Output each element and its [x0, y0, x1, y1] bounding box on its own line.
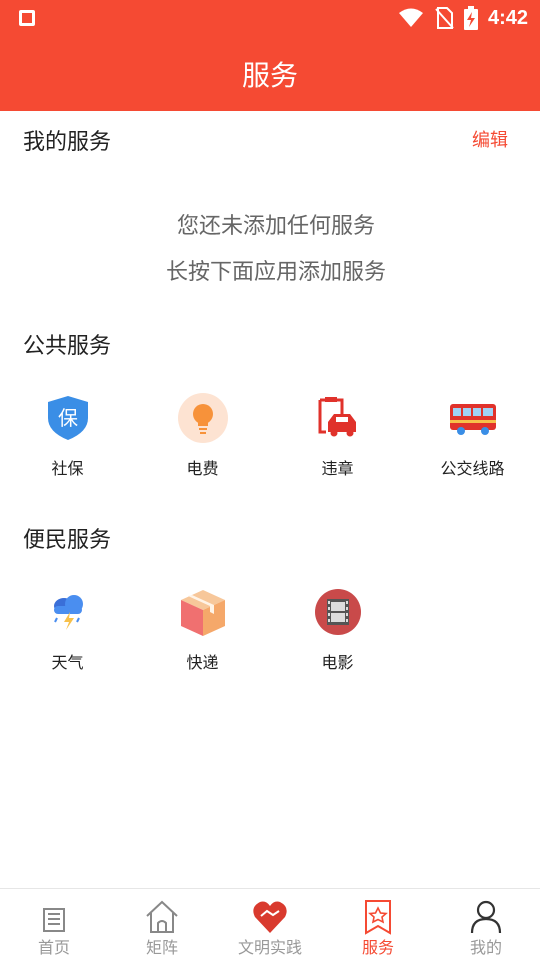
status-icons: 4:42 — [398, 4, 528, 32]
app-notification-icon — [19, 10, 35, 26]
tab-civilization-practice[interactable]: 文明实践 — [216, 889, 324, 960]
no-sim-icon — [435, 7, 454, 29]
package-box-icon — [181, 590, 225, 636]
service-label: 违章 — [321, 459, 354, 478]
service-label: 电影 — [321, 653, 354, 672]
tab-label: 文明实践 — [237, 938, 302, 957]
service-traffic-violation[interactable]: 违章 — [270, 392, 405, 492]
bottom-tab-bar: 首页 矩阵 文明实践 服务 我的 — [0, 888, 540, 960]
service-electricity[interactable]: 电费 — [135, 392, 270, 492]
tab-home[interactable]: 首页 — [0, 889, 108, 960]
page-title: 服务 — [241, 58, 298, 92]
service-label: 快递 — [186, 653, 219, 672]
tab-label: 矩阵 — [145, 938, 178, 957]
handshake-heart-icon — [253, 901, 287, 933]
traffic-violation-car-icon — [318, 397, 356, 437]
service-express-delivery[interactable]: 快递 — [135, 586, 270, 686]
public-services-grid: 保 社保 电费 违章 公交线路 — [0, 392, 540, 492]
battery-charging-icon — [463, 6, 478, 30]
public-services-title: 公共服务 — [23, 334, 112, 359]
tab-label: 我的 — [469, 938, 502, 957]
social-security-shield-icon: 保 — [48, 396, 88, 440]
convenience-services-grid: 天气 快递 电影 — [0, 586, 540, 686]
service-weather[interactable]: 天气 — [0, 586, 135, 686]
service-movie[interactable]: 电影 — [270, 586, 405, 686]
tab-label: 首页 — [37, 938, 70, 957]
service-label: 公交线路 — [440, 459, 505, 478]
service-bus-lines[interactable]: 公交线路 — [405, 392, 540, 492]
newspaper-icon — [43, 908, 65, 932]
convenience-services-title: 便民服务 — [23, 528, 112, 553]
tab-label: 服务 — [361, 938, 394, 957]
app-header: 服务 — [0, 36, 540, 111]
wifi-icon — [398, 8, 423, 27]
service-label: 天气 — [51, 653, 84, 672]
empty-hint-line1: 您还未添加任何服务 — [176, 214, 375, 239]
svg-text:保: 保 — [58, 406, 78, 430]
service-social-security[interactable]: 保 社保 — [0, 392, 135, 492]
person-icon — [470, 900, 502, 934]
house-icon — [146, 900, 178, 933]
tab-mine[interactable]: 我的 — [432, 889, 540, 960]
bus-icon — [450, 404, 496, 435]
lightbulb-icon — [178, 393, 228, 443]
tab-matrix[interactable]: 矩阵 — [108, 889, 216, 960]
tab-services[interactable]: 服务 — [324, 889, 432, 960]
empty-hint-line2: 长按下面应用添加服务 — [165, 260, 386, 285]
clock: 4:42 — [487, 6, 528, 29]
service-label: 电费 — [186, 459, 219, 478]
status-bar: 4:42 — [0, 0, 540, 36]
service-label: 社保 — [51, 459, 84, 478]
bookmark-star-icon — [365, 900, 391, 935]
weather-storm-icon — [54, 595, 83, 630]
my-services-title: 我的服务 — [23, 130, 112, 155]
film-reel-icon — [315, 589, 361, 635]
edit-button[interactable]: 编辑 — [472, 126, 508, 152]
